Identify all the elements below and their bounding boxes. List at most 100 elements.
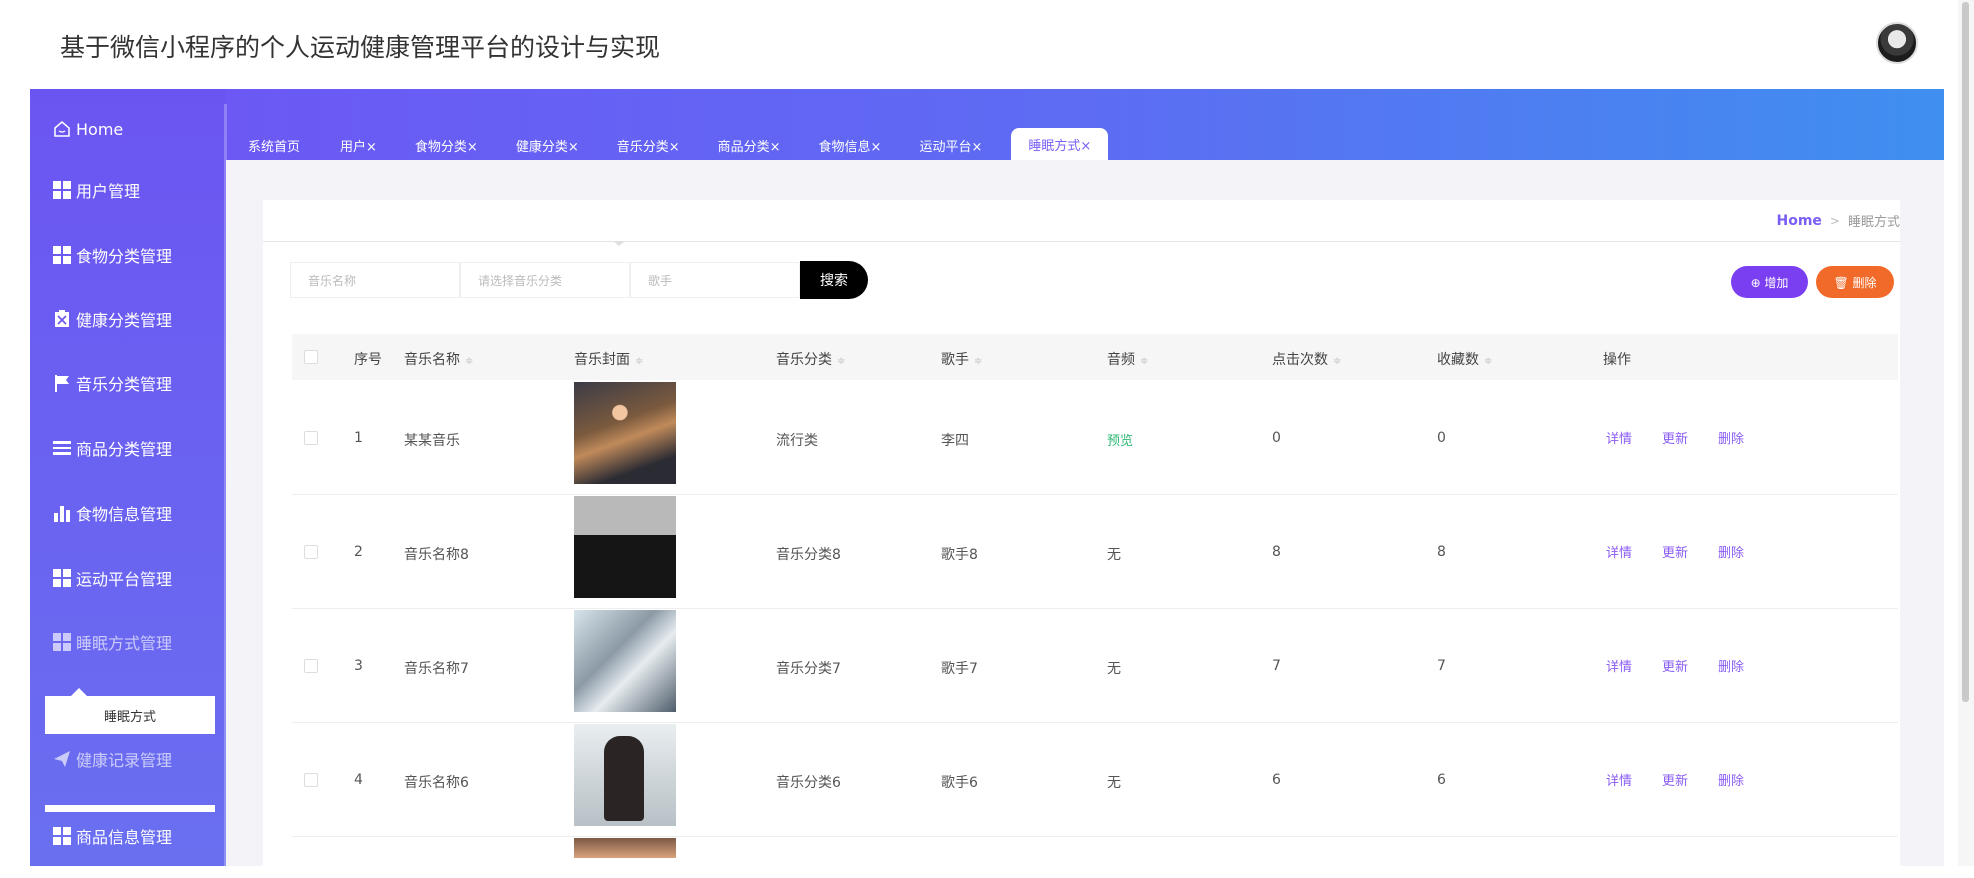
audio-value: 无: [1107, 547, 1121, 563]
search-button[interactable]: 搜索: [800, 261, 868, 299]
update-button[interactable]: 更新: [1662, 428, 1688, 447]
music-name: 音乐名称6: [404, 775, 469, 791]
row-delete-button[interactable]: 删除: [1718, 428, 1744, 447]
sidebar: Home 用户管理 食物分类管理 健康分类管理 音乐分类管理 商品分类管理 食物…: [30, 89, 226, 866]
favorite-count: 6: [1437, 772, 1446, 788]
sidebar-item-sports-platform[interactable]: 运动平台管理: [52, 558, 222, 598]
sort-icon[interactable]: ≑: [465, 356, 473, 367]
music-name: 音乐名称8: [404, 547, 469, 563]
row-delete-button[interactable]: 删除: [1718, 770, 1744, 789]
user-avatar-icon[interactable]: [1876, 22, 1918, 64]
sidebar-item-sleep-method[interactable]: 睡眠方式管理: [52, 622, 222, 662]
table-header: 序号 音乐名称 ≑ 音乐封面 ≑ 音乐分类 ≑ 歌手 ≑ 音频 ≑ 点击次数 ≑ 收藏数 ≑ …: [292, 334, 1898, 380]
music-name: 音乐名称7: [404, 661, 469, 677]
row-checkbox[interactable]: [304, 545, 318, 559]
column-header[interactable]: 音乐名称 ≑: [404, 349, 473, 369]
row-index: 3: [354, 658, 363, 674]
search-bar: 音乐名称 请选择音乐分类 歌手 搜索: [290, 261, 868, 299]
sort-icon[interactable]: ≑: [974, 356, 982, 367]
music-category-select[interactable]: 请选择音乐分类: [460, 262, 630, 298]
music-category: 音乐分类7: [776, 661, 841, 677]
sidebar-item-label: 健康分类管理: [76, 311, 173, 330]
singer: 李四: [941, 433, 969, 449]
app-title: 基于微信小程序的个人运动健康管理平台的设计与实现: [60, 33, 661, 62]
detail-button[interactable]: 详情: [1606, 542, 1632, 561]
row-index: 2: [354, 544, 363, 560]
audio-value: 无: [1107, 661, 1121, 677]
tab-music-category[interactable]: 音乐分类×: [608, 130, 689, 160]
click-count: 0: [1272, 430, 1281, 446]
page-scrollbar[interactable]: [1958, 0, 1974, 866]
column-header[interactable]: 音乐分类 ≑: [776, 349, 845, 369]
singer-input[interactable]: 歌手: [630, 262, 800, 298]
update-button[interactable]: 更新: [1662, 656, 1688, 675]
sort-icon[interactable]: ≑: [1484, 356, 1492, 367]
delete-button[interactable]: 🗑 删除: [1816, 266, 1894, 298]
update-button[interactable]: 更新: [1662, 542, 1688, 561]
sort-icon[interactable]: ≑: [1140, 356, 1148, 367]
music-cover-image: [574, 838, 676, 878]
sidebar-item-label: 商品分类管理: [76, 440, 173, 459]
grid-icon: [52, 180, 72, 200]
column-header[interactable]: 歌手 ≑: [941, 349, 982, 369]
sidebar-item-home[interactable]: Home: [52, 109, 222, 149]
column-header[interactable]: 音乐封面 ≑: [574, 349, 643, 369]
music-name-input[interactable]: 音乐名称: [290, 262, 460, 298]
sidebar-item-users[interactable]: 用户管理: [52, 170, 222, 210]
breadcrumb-current: 睡眠方式: [1847, 215, 1900, 230]
detail-button[interactable]: 详情: [1606, 770, 1632, 789]
detail-button[interactable]: 详情: [1606, 656, 1632, 675]
sidebar-item-food-info[interactable]: 食物信息管理: [52, 493, 222, 533]
breadcrumb: Home > 睡眠方式: [1777, 211, 1901, 231]
tab-goods-category[interactable]: 商品分类×: [709, 130, 790, 160]
submenu-indicator: [45, 805, 215, 812]
sidebar-item-music-category[interactable]: 音乐分类管理: [52, 363, 222, 403]
tab-sleep-method[interactable]: 睡眠方式×: [1011, 128, 1109, 160]
tab-health-category[interactable]: 健康分类×: [507, 130, 588, 160]
sidebar-item-food-category[interactable]: 食物分类管理: [52, 235, 222, 275]
tab-food-category[interactable]: 食物分类×: [406, 130, 487, 160]
music-category: 音乐分类8: [776, 547, 841, 563]
sidebar-item-label: 音乐分类管理: [76, 375, 173, 394]
column-header: 操作: [1603, 352, 1631, 368]
sidebar-item-health-category[interactable]: 健康分类管理: [52, 299, 222, 339]
sort-icon[interactable]: ≑: [635, 356, 643, 367]
grid-icon: [52, 826, 72, 846]
sidebar-item-label: 健康记录管理: [76, 751, 173, 770]
add-button[interactable]: ⊕ 增加: [1731, 266, 1808, 298]
row-checkbox[interactable]: [304, 773, 318, 787]
row-checkbox[interactable]: [304, 659, 318, 673]
click-count: 8: [1272, 544, 1281, 560]
row-delete-button[interactable]: 删除: [1718, 656, 1744, 675]
sidebar-item-label: 睡眠方式管理: [76, 634, 173, 653]
sidebar-item-goods-info[interactable]: 商品信息管理: [52, 816, 222, 856]
sort-icon[interactable]: ≑: [1333, 356, 1341, 367]
music-name: 某某音乐: [404, 433, 460, 449]
submenu-item-sleep-method[interactable]: 睡眠方式: [45, 688, 215, 734]
tab-sports-platform[interactable]: 运动平台×: [910, 130, 991, 160]
update-button[interactable]: 更新: [1662, 770, 1688, 789]
breadcrumb-divider: [263, 241, 1900, 242]
table-row: 2 音乐名称8 音乐分类8 歌手8 无 8 8 详情 更新 删除: [292, 495, 1898, 609]
select-all-checkbox[interactable]: [304, 350, 318, 364]
sidebar-item-health-record[interactable]: 健康记录管理: [52, 739, 222, 779]
sidebar-item-goods-category[interactable]: 商品分类管理: [52, 428, 222, 468]
row-index: 1: [354, 430, 363, 446]
tab-home[interactable]: 系统首页: [240, 130, 309, 160]
sort-icon[interactable]: ≑: [837, 356, 845, 367]
table-row: 3 音乐名称7 音乐分类7 歌手7 无 7 7 详情 更新 删除: [292, 609, 1898, 723]
breadcrumb-home[interactable]: Home: [1777, 213, 1822, 229]
audio-preview-link[interactable]: 预览: [1107, 430, 1133, 449]
tab-food-info[interactable]: 食物信息×: [810, 130, 891, 160]
grid-icon: [52, 568, 72, 588]
column-header[interactable]: 音频 ≑: [1107, 349, 1148, 369]
row-delete-button[interactable]: 删除: [1718, 542, 1744, 561]
music-cover-image: [574, 610, 676, 712]
row-index: 4: [354, 772, 363, 788]
detail-button[interactable]: 详情: [1606, 428, 1632, 447]
column-header[interactable]: 点击次数 ≑: [1272, 349, 1341, 369]
tab-users[interactable]: 用户×: [331, 130, 386, 160]
tab-bar: 系统首页 用户× 食物分类× 健康分类× 音乐分类× 商品分类× 食物信息× 运…: [240, 128, 1128, 160]
row-checkbox[interactable]: [304, 431, 318, 445]
column-header[interactable]: 收藏数 ≑: [1437, 349, 1492, 369]
